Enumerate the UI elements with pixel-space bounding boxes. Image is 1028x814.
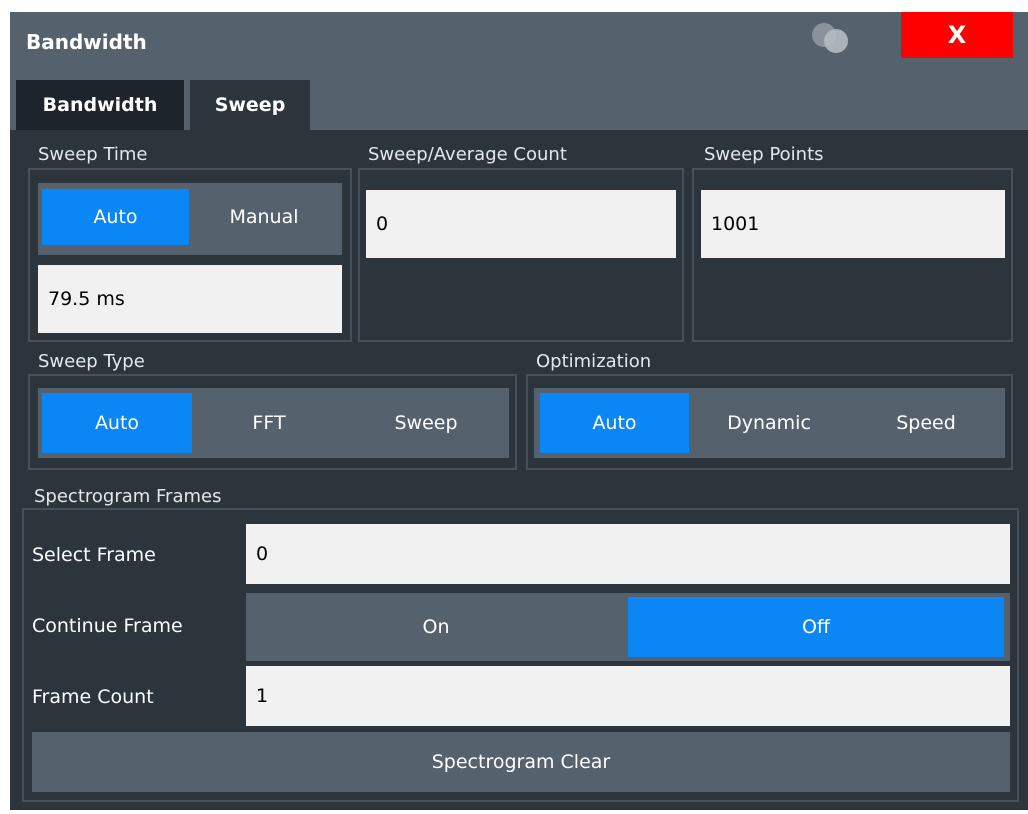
spectrogram-clear-button[interactable]: Spectrogram Clear [32, 732, 1010, 792]
sweep-points-field[interactable]: 1001 [701, 190, 1005, 258]
sweep-type-auto-option[interactable]: Auto [42, 393, 192, 453]
sweep-time-field[interactable]: 79.5 ms [38, 265, 342, 333]
optimization-dynamic-option[interactable]: Dynamic [689, 393, 849, 453]
continue-frame-toggle: On Off [246, 593, 1010, 661]
title-bar[interactable]: Bandwidth X [10, 12, 1028, 66]
continue-frame-on-option[interactable]: On [248, 597, 624, 657]
tab-sweep[interactable]: Sweep [190, 80, 310, 130]
close-button[interactable]: X [901, 12, 1013, 58]
sweep-type-fft-option[interactable]: FFT [192, 393, 346, 453]
optimization-auto-option[interactable]: Auto [540, 393, 689, 453]
spectrogram-frames-label: Spectrogram Frames [34, 486, 222, 507]
sweep-time-auto-option[interactable]: Auto [42, 189, 189, 245]
select-frame-field[interactable]: 0 [246, 524, 1010, 584]
optimization-label: Optimization [536, 351, 652, 372]
sweep-time-label: Sweep Time [38, 144, 148, 165]
frame-count-label: Frame Count [32, 686, 154, 708]
sweep-type-sweep-option[interactable]: Sweep [346, 393, 506, 453]
optimization-toggle: Auto Dynamic Speed [534, 388, 1005, 458]
bandwidth-dialog: Bandwidth X Bandwidth Sweep Sweep Time A… [10, 12, 1028, 810]
select-frame-label: Select Frame [32, 544, 156, 566]
sweep-points-label: Sweep Points [704, 144, 824, 165]
dialog-title: Bandwidth [26, 30, 147, 54]
optimization-speed-option[interactable]: Speed [849, 393, 1003, 453]
continue-frame-label: Continue Frame [32, 615, 183, 637]
dialog-body: Bandwidth Sweep Sweep Time Auto Manual 7… [10, 66, 1028, 810]
sweep-type-toggle: Auto FFT Sweep [38, 388, 509, 458]
sweep-average-count-field[interactable]: 0 [366, 190, 676, 258]
tab-bar: Bandwidth Sweep [10, 66, 1028, 130]
sweep-time-toggle: Auto Manual [38, 183, 342, 255]
sweep-time-manual-option[interactable]: Manual [189, 189, 339, 245]
frame-count-field[interactable]: 1 [246, 666, 1010, 726]
overlapping-circles-icon [812, 23, 848, 53]
continue-frame-off-option[interactable]: Off [628, 597, 1004, 657]
tab-bandwidth[interactable]: Bandwidth [16, 80, 184, 130]
sweep-average-count-label: Sweep/Average Count [368, 144, 567, 165]
sweep-type-label: Sweep Type [38, 351, 145, 372]
